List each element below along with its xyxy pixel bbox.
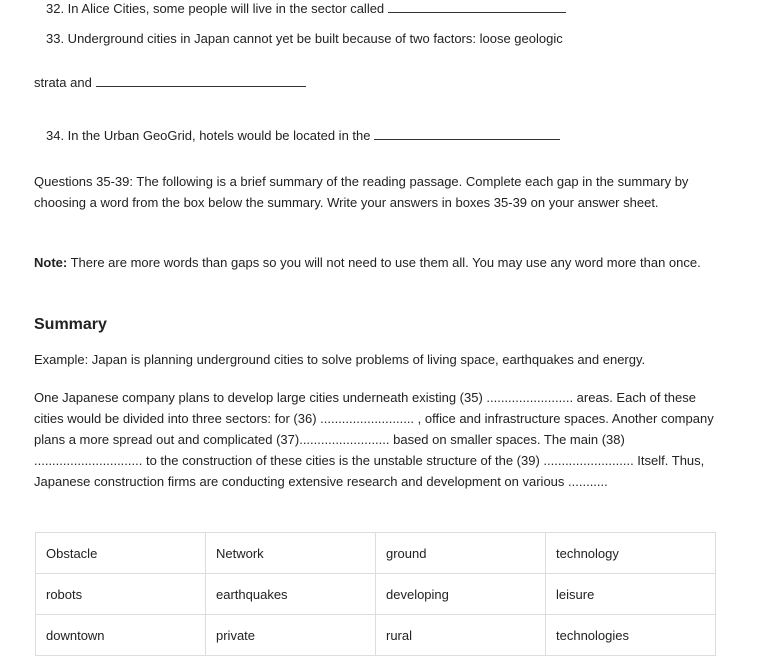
note-label: Note:: [34, 255, 68, 270]
word-cell: ground: [375, 532, 546, 574]
word-box-row: downtown private rural technologies: [35, 614, 716, 656]
instructions-note: Note: There are more words than gaps so …: [34, 252, 724, 273]
answer-blank-34: [374, 127, 561, 140]
question-33-text: strata and: [34, 75, 92, 90]
word-cell: earthquakes: [205, 573, 376, 615]
question-34: 34. In the Urban GeoGrid, hotels would b…: [46, 127, 561, 145]
answer-blank-33: [95, 74, 306, 87]
question-33-line-1: 33. Underground cities in Japan cannot y…: [46, 31, 563, 46]
word-box-row: robots earthquakes developing leisure: [35, 573, 716, 615]
note-text: There are more words than gaps so you wi…: [67, 255, 701, 270]
word-cell: technology: [545, 532, 716, 574]
word-box-row: Obstacle Network ground technology: [35, 532, 716, 574]
word-box-table: Obstacle Network ground technology robot…: [35, 532, 716, 656]
word-cell: robots: [35, 573, 206, 615]
answer-blank-32: [388, 0, 567, 13]
word-cell: downtown: [35, 614, 206, 656]
word-cell: developing: [375, 573, 546, 615]
summary-example: Example: Japan is planning underground c…: [34, 352, 646, 367]
question-33-line-2: strata and: [34, 74, 306, 92]
word-cell: leisure: [545, 573, 716, 615]
word-cell: Network: [205, 532, 376, 574]
word-cell: rural: [375, 614, 546, 656]
question-32: 32. In Alice Cities, some people will li…: [46, 0, 567, 18]
word-cell: Obstacle: [35, 532, 206, 574]
summary-heading: Summary: [34, 316, 107, 333]
word-cell: private: [205, 614, 376, 656]
summary-body: One Japanese company plans to develop la…: [34, 390, 714, 489]
question-34-text: 34. In the Urban GeoGrid, hotels would b…: [46, 128, 371, 143]
question-32-text: 32. In Alice Cities, some people will li…: [46, 1, 385, 16]
word-cell: technologies: [545, 614, 716, 656]
instructions-intro: Questions 35-39: The following is a brie…: [34, 174, 689, 210]
